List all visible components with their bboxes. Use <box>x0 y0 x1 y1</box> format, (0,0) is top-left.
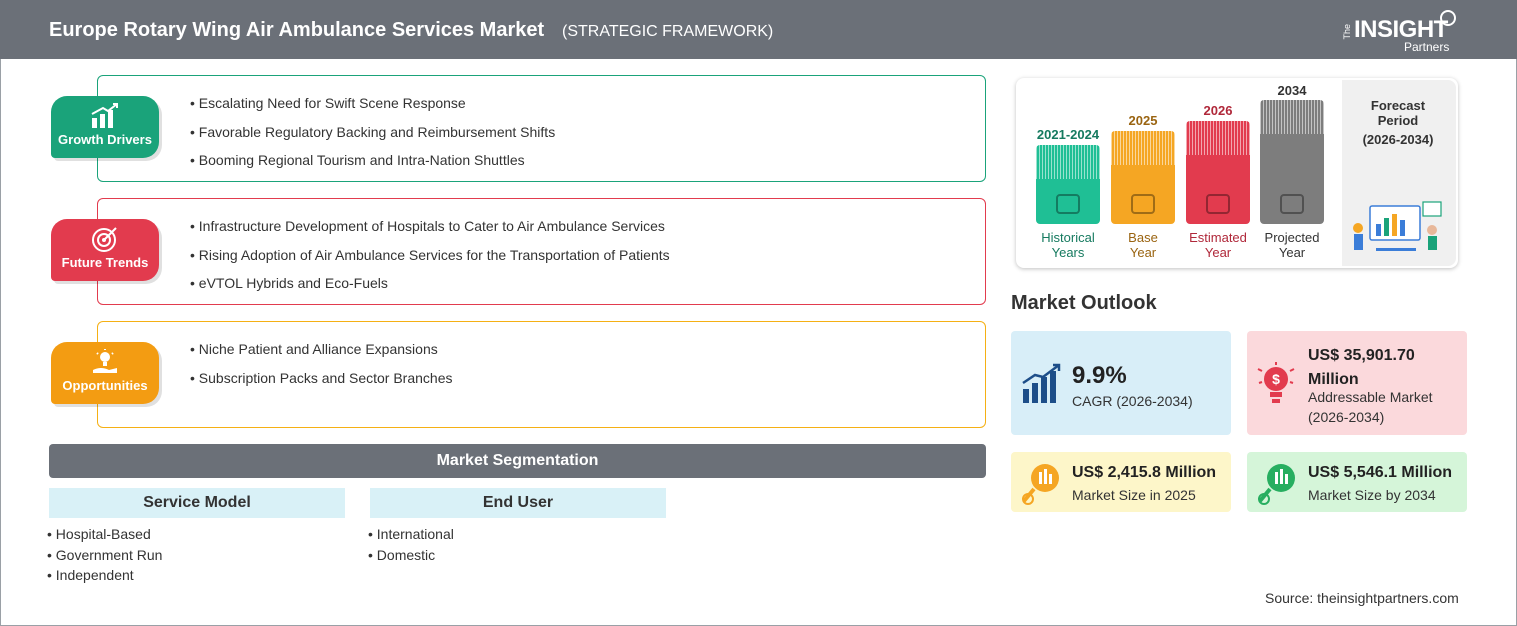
projection-icon <box>1280 194 1304 214</box>
service-model-list: Hospital-Based Government Run Independen… <box>47 525 163 587</box>
label-line: (2026-2034) <box>1308 409 1385 425</box>
timeline-year-historical: 2021-2024 <box>1036 127 1100 142</box>
market-segmentation-header: Market Segmentation <box>49 444 986 478</box>
market-size-2025-label: Market Size in 2025 <box>1072 487 1196 503</box>
timeline-bar-projected <box>1260 100 1324 224</box>
timeline-bar-historical <box>1036 145 1100 224</box>
growth-drivers-badge: Growth Drivers <box>51 96 159 158</box>
logo-the: The <box>1342 24 1352 40</box>
list-item: Escalating Need for Swift Scene Response <box>190 93 555 122</box>
logo-partners: Partners <box>1404 40 1450 54</box>
header-bar: Europe Rotary Wing Air Ambulance Service… <box>0 0 1517 59</box>
growth-chart-icon <box>1022 363 1061 403</box>
segment-end-user-header: End User <box>370 488 666 518</box>
forecast-period-label: Forecast Period <box>1350 98 1446 128</box>
list-item: Favorable Regulatory Backing and Reimbur… <box>190 122 555 151</box>
list-item: Independent <box>47 566 162 587</box>
money-bulb-icon: $ <box>1257 362 1295 403</box>
label-line: Year <box>1204 245 1232 260</box>
market-size-2025-value: US$ 2,415.8 Million <box>1072 464 1217 481</box>
list-item: Subscription Packs and Sector Branches <box>190 368 453 397</box>
timeline-label-projected: Projected Year <box>1247 230 1337 260</box>
list-item: Booming Regional Tourism and Intra-Natio… <box>190 150 555 179</box>
lightbulb-hand-icon <box>93 349 117 373</box>
analytics-people-illustration <box>1353 201 1442 251</box>
opportunities-card: Niche Patient and Alliance Expansions Su… <box>97 321 986 428</box>
opportunities-label: Opportunities <box>62 378 148 393</box>
addressable-label: Addressable Market (2026-2034) <box>1308 387 1433 427</box>
timeline-year-estimated: 2026 <box>1203 103 1233 118</box>
opportunities-badge: Opportunities <box>51 342 159 404</box>
label-line: Projected <box>1264 230 1320 245</box>
list-item: Niche Patient and Alliance Expansions <box>190 339 453 368</box>
estimate-icon <box>1206 194 1230 214</box>
target-icon <box>92 227 117 252</box>
forecast-line: Forecast <box>1370 98 1426 113</box>
future-trends-list: Infrastructure Development of Hospitals … <box>190 216 670 302</box>
list-item: Infrastructure Development of Hospitals … <box>190 216 670 245</box>
growth-drivers-label: Growth Drivers <box>58 132 152 147</box>
end-user-list: International Domestic <box>368 525 454 566</box>
label-line: Addressable Market <box>1308 389 1433 405</box>
list-item: International <box>368 525 454 546</box>
label-line: Years <box>1051 245 1085 260</box>
label-line: Estimated <box>1189 230 1247 245</box>
page-title: Europe Rotary Wing Air Ambulance Service… <box>49 19 545 41</box>
logo-ring-icon <box>1440 10 1456 26</box>
list-item: Rising Adoption of Air Ambulance Service… <box>190 245 670 274</box>
growth-drivers-list: Escalating Need for Swift Scene Response… <box>190 93 555 179</box>
timeline-bar-base <box>1111 131 1175 224</box>
calendar-icon <box>1131 194 1155 214</box>
addressable-value: US$ 35,901.70 Million <box>1308 344 1415 392</box>
coin-magnifier-icon <box>1022 464 1059 505</box>
list-item: Hospital-Based <box>47 525 162 546</box>
growth-drivers-card: Escalating Need for Swift Scene Response… <box>97 75 986 182</box>
future-trends-badge: Future Trends <box>51 219 159 281</box>
market-outlook-title: Market Outlook <box>1011 292 1157 314</box>
label-line: Base <box>1128 230 1158 245</box>
page-subtitle: (STRATEGIC FRAMEWORK) <box>562 23 774 40</box>
list-item: Domestic <box>368 546 454 567</box>
list-item: eVTOL Hybrids and Eco-Fuels <box>190 273 670 302</box>
coin-magnifier-icon <box>1258 464 1295 505</box>
addressable-market-tile: $ US$ 35,901.70 Million Addressable Marke… <box>1247 331 1467 435</box>
value-line: US$ 35,901.70 <box>1308 347 1415 364</box>
cagr-value: 9.9% <box>1072 362 1127 389</box>
value-line: Million <box>1308 371 1359 388</box>
label-line: Year <box>1129 245 1157 260</box>
market-size-2034-value: US$ 5,546.1 Million <box>1308 464 1453 481</box>
segment-service-model-header: Service Model <box>49 488 345 518</box>
forecast-range: (2026-2034) <box>1362 132 1434 147</box>
timeline-bar-estimated <box>1186 121 1250 224</box>
insight-partners-logo[interactable]: The INSIGHT Partners <box>1342 10 1462 54</box>
forecast-line: Period <box>1377 113 1419 128</box>
cagr-tile: 9.9% CAGR (2026-2034) <box>1011 331 1231 435</box>
label-line: Year <box>1278 245 1306 260</box>
history-icon <box>1056 194 1080 214</box>
market-size-2034-label: Market Size by 2034 <box>1308 487 1436 503</box>
timeline-year-projected: 2034 <box>1277 83 1307 98</box>
market-size-2034-tile: US$ 5,546.1 Million Market Size by 2034 <box>1247 452 1467 512</box>
future-trends-label: Future Trends <box>61 255 149 270</box>
source-link[interactable]: Source: theinsightpartners.com <box>1265 590 1459 606</box>
list-item: Government Run <box>47 546 163 567</box>
future-trends-card: Infrastructure Development of Hospitals … <box>97 198 986 305</box>
market-size-2025-tile: US$ 2,415.8 Million Market Size in 2025 <box>1011 452 1231 512</box>
cagr-label: CAGR (2026-2034) <box>1072 393 1193 409</box>
bar-chart-growth-icon <box>91 103 118 128</box>
label-line: Historical <box>1041 230 1095 245</box>
svg-text:$: $ <box>1272 371 1280 387</box>
opportunities-list: Niche Patient and Alliance Expansions Su… <box>190 339 453 396</box>
